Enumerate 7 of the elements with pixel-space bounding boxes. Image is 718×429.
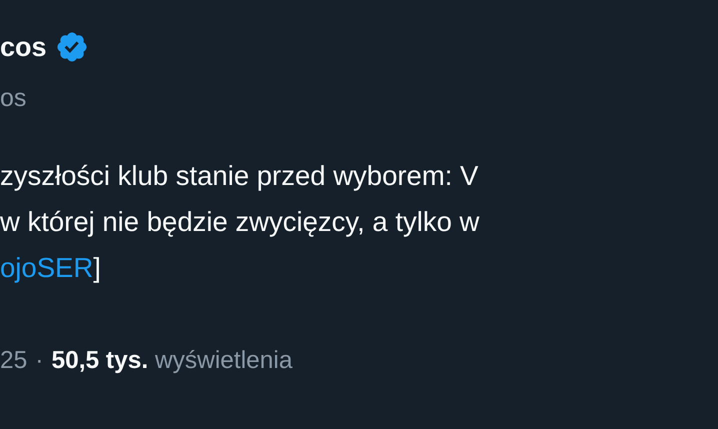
- display-name[interactable]: cos: [0, 34, 47, 60]
- hashtag-link[interactable]: ojoSER: [0, 252, 94, 283]
- user-handle[interactable]: os: [0, 86, 718, 111]
- post-date[interactable]: 25: [0, 343, 28, 380]
- separator-dot: ·: [35, 346, 44, 376]
- view-count: 50,5 tys. wyświetlenia: [51, 346, 292, 376]
- tweet-text: zyszłości klub stanie przed wyborem: V w której nie będzie zwycięzcy, a tylko w ojoSER]: [0, 159, 480, 285]
